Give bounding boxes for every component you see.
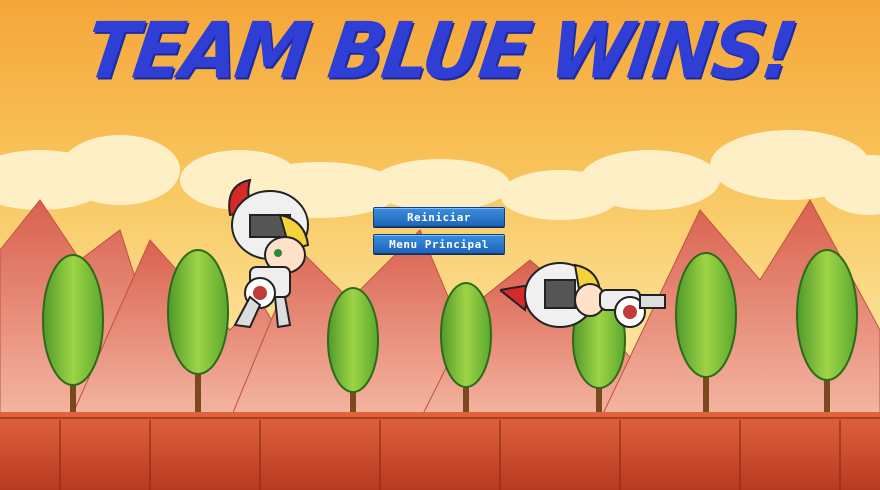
victory-title: TEAM BLUE WINS! <box>80 5 800 97</box>
restart-button[interactable]: Reiniciar <box>373 207 505 227</box>
game-scene: TEAM BLUE WINS! Reiniciar Menu Principal <box>0 0 880 490</box>
knight-standing-sprite <box>228 178 310 329</box>
ground <box>0 412 880 490</box>
knight-fallen-sprite <box>500 262 666 328</box>
main-menu-button[interactable]: Menu Principal <box>373 234 505 254</box>
